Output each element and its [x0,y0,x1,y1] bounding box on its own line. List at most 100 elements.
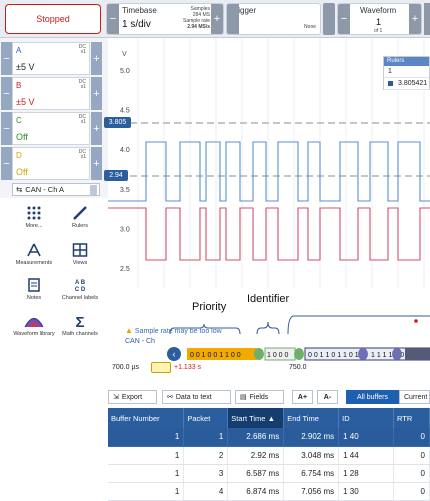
grid-icon [27,206,41,220]
timebase-increase-button[interactable]: + [211,4,223,34]
tool-notes[interactable]: Notes [10,278,58,301]
column-header-rtr[interactable]: RTR [393,408,430,428]
fields-button[interactable]: ▤ Fields [235,390,284,404]
fields-icon: ▤ [240,394,247,401]
sample-rate-value[interactable]: 2.94 MS/s [180,24,210,30]
y-axis-unit: V [122,51,127,58]
rulers-panel-row-2: 3.805421 [398,79,428,87]
measurements-icon [27,243,41,257]
table-cell: 6.874 ms [227,482,285,501]
channel-b-probe: x1 [80,84,86,90]
timebase-decrease-button[interactable]: − [107,4,119,34]
waveform-previous-button[interactable]: − [338,4,350,34]
table-cell: 0 [393,482,430,501]
tool-waveform-library[interactable]: Waveform library [10,314,58,337]
channel-d-probe: x1 [80,154,86,160]
channel-c-decrease-button[interactable]: − [1,112,12,145]
timebase-control: − Timebase 1 s/div Samples 284 MS Sample… [106,3,224,35]
svg-text:C D: C D [75,287,86,292]
can-bus-decode[interactable]: 0 0 1 0 0 1 1 0 0 1 0 0 0 0 0 1 1 0 1 1 … [125,347,430,361]
ruler-tag-1[interactable]: 3.805 [104,117,131,128]
table-cell: 1 [108,446,185,465]
export-button[interactable]: ⇲ Export [108,390,157,404]
table-cell: 6.754 ms [283,464,340,483]
tool-measurements[interactable]: Measurements [10,243,58,266]
channel-b-control[interactable]: B DC x1 ±5 V [12,77,90,110]
table-cell: 0 [393,464,430,483]
data-bits: 0 0 1 1 0 1 1 0 1 1 [308,352,365,359]
table-cell: 1 [108,428,185,447]
tool-more[interactable]: More... [10,206,58,229]
decoder-label: CAN - Ch A [25,185,65,194]
column-header-packet[interactable]: Packet [183,408,229,428]
timebase-value[interactable]: 1 s/div [122,19,151,30]
trigger-handle[interactable] [227,4,239,34]
trigger-control[interactable]: Trigger None [226,3,321,35]
column-header-id[interactable]: ID [338,408,394,428]
identifier-bits: 1 0 0 0 [267,352,289,359]
crc-field[interactable] [405,348,430,360]
column-header-end-time[interactable]: End Time [283,408,340,428]
channel-a-control[interactable]: A DC x1 ±5 V [12,42,90,75]
channel-c-increase-button[interactable]: + [91,112,102,145]
decoder-icon: ⇆ [16,185,23,194]
tool-channel-labels[interactable]: A B C D Channel labels [56,278,104,301]
trigger-side-button[interactable] [323,3,335,35]
tool-rulers-label: Rulers [72,223,88,229]
table-cell: 0 [393,446,430,465]
all-buffers-button[interactable]: All buffers [346,390,399,404]
y-tick-label: 2.5 [120,266,130,273]
table-row[interactable]: 1 2 2.92 ms 3.048 ms 1 44 0 [108,446,430,465]
channel-b-decrease-button[interactable]: − [1,77,12,110]
data-brace [287,315,430,335]
tool-math-channels-label: Math channels [62,331,98,337]
table-row[interactable]: 1 3 6.587 ms 6.754 ms 1 28 0 [108,464,430,483]
channel-a-increase-button[interactable]: + [91,42,102,75]
table-header-row: Buffer Number Packet Start Time ▲ End Ti… [108,408,430,428]
ruler-tag-2[interactable]: 2.94 [104,170,128,181]
waveform-next-button[interactable]: + [409,4,421,34]
stop-button[interactable]: Stopped [5,4,101,34]
table-cell: 1 28 [338,464,394,483]
decoder-row[interactable]: ⇆ CAN - Ch A [12,183,100,196]
channel-d-decrease-button[interactable]: − [1,147,12,180]
waveform-library-icon [24,318,44,328]
tool-rulers[interactable]: Rulers [56,206,104,229]
tool-math-channels[interactable]: Σ Math channels [56,314,104,337]
channel-d-increase-button[interactable]: + [91,147,102,180]
current-buffer-button[interactable]: Current [399,390,430,404]
channel-b-range: ±5 V [16,97,35,107]
delete-decoder-icon[interactable] [90,185,97,195]
time-marker-handle[interactable] [151,362,171,373]
chevron-left-icon: ‹ [173,349,176,359]
y-tick-label: 3.5 [120,187,130,194]
toolbar-overflow[interactable] [424,3,430,35]
table-row[interactable]: 1 1 2.686 ms 2.902 ms 1 40 0 [108,428,430,447]
ruler-icon [73,206,87,220]
channel-b-increase-button[interactable]: + [91,77,102,110]
channel-c-control[interactable]: C DC x1 Off [12,112,90,145]
tool-views[interactable]: Views [56,243,104,266]
channel-d-control[interactable]: D DC x1 Off [12,147,90,180]
channel-d-name: D [16,151,22,160]
data-to-text-button[interactable]: ⚯ Data to text [162,390,231,404]
identifier-annotation: Identifier [247,293,290,305]
table-cell: 3.048 ms [283,446,340,465]
table-cell: 1 [108,464,185,483]
svg-text:Σ: Σ [75,314,84,328]
decrease-font-button[interactable]: A- [317,390,338,404]
column-header-start-time[interactable]: Start Time ▲ [227,408,285,428]
marker-dot [414,319,418,323]
sigma-icon: Σ [75,314,84,328]
table-row[interactable]: 1 4 6.874 ms 7.056 ms 1 30 0 [108,482,430,501]
table-cell: 2.92 ms [227,446,285,465]
channel-a-decrease-button[interactable]: − [1,42,12,75]
table-cell: 1 [108,482,185,501]
increase-font-button[interactable]: A+ [292,390,313,404]
column-header-buffer-number[interactable]: Buffer Number [108,408,185,428]
decode-table[interactable]: Buffer Number Packet Start Time ▲ End Ti… [108,408,430,501]
sort-ascending-icon: ▲ [267,413,276,423]
channel-c-range: Off [16,132,28,142]
waveform-number[interactable]: 1 [376,17,381,27]
time-offset: +1.133 s [174,364,202,371]
